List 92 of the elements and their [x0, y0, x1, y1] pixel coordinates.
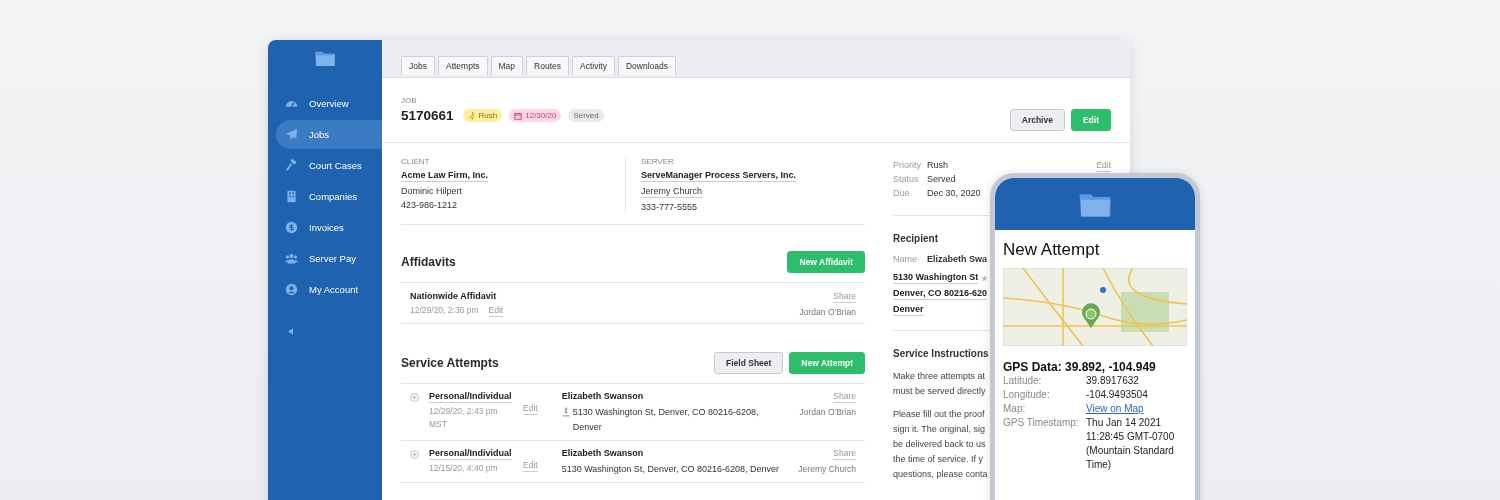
- date-badge: 12/30/20: [509, 109, 562, 122]
- rush-badge: Rush: [462, 109, 503, 122]
- recipient-name: Elizabeth Swa: [927, 254, 988, 264]
- person-pin-icon: [561, 407, 570, 417]
- screen-title: New Attempt: [1003, 240, 1101, 260]
- expand-plus-icon[interactable]: [410, 393, 419, 402]
- contact-link[interactable]: Jeremy Church: [641, 186, 703, 198]
- field-value: Served: [927, 174, 956, 184]
- field-value: Thu Jan 14 2021 11:28:45 GMT-0700 (Mountain Standard Time): [1086, 416, 1176, 472]
- section-title: Affidavits: [401, 255, 456, 269]
- edit-link[interactable]: Edit: [1096, 160, 1111, 172]
- sidebar-item[interactable]: Companies: [276, 182, 382, 211]
- section-title: Service Attempts: [401, 356, 499, 370]
- section-title: Service Instructions: [893, 348, 990, 359]
- server-link[interactable]: ServeManager Process Servers, Inc.: [641, 170, 797, 182]
- field-label: Longitude:: [1003, 388, 1051, 402]
- field-value: 39.8917632: [1086, 374, 1140, 388]
- star-icon: [981, 274, 989, 282]
- field-label: Status: [893, 174, 917, 184]
- phone-number: 423-986-1212: [401, 200, 458, 210]
- gavel-icon: [285, 159, 298, 172]
- tab[interactable]: Routes: [526, 56, 569, 75]
- people-icon: [285, 252, 298, 265]
- instruction-text: sign it. The original, sig: [893, 423, 985, 436]
- tab[interactable]: Activity: [572, 56, 615, 75]
- status-badge: Served: [568, 109, 604, 122]
- instruction-text: questions, please conta: [893, 468, 988, 481]
- attempt-type-link[interactable]: Personal/Individual: [429, 391, 512, 403]
- instruction-text: Please fill out the proof: [893, 408, 985, 421]
- client-link[interactable]: Acme Law Firm, Inc.: [401, 170, 489, 182]
- share-link[interactable]: Share: [833, 391, 856, 403]
- edit-link[interactable]: Edit: [523, 460, 538, 472]
- person-name: Jeremy Church: [798, 464, 856, 474]
- person-name: Jordan O'Brian: [799, 307, 856, 317]
- sidebar-item[interactable]: My Account: [276, 275, 382, 304]
- job-number: 5170661: [401, 108, 454, 123]
- building-icon: [285, 190, 298, 203]
- section-title: Recipient: [893, 233, 939, 244]
- sidebar-item[interactable]: Invoices: [276, 213, 382, 242]
- paper-plane-icon: [285, 128, 298, 141]
- contact-name: Dominic Hilpert: [401, 186, 462, 196]
- share-link[interactable]: Share: [833, 448, 856, 460]
- timezone-text: MST: [429, 419, 448, 429]
- address-link[interactable]: 5130 Washington St: [893, 272, 979, 284]
- sidebar-item[interactable]: Jobs: [276, 120, 382, 149]
- share-link[interactable]: Share: [833, 291, 856, 303]
- collapse-arrow-icon[interactable]: [288, 328, 293, 335]
- archive-button[interactable]: Archive: [1009, 109, 1065, 131]
- field-value: Dec 30, 2020: [927, 188, 981, 198]
- instruction-text: Make three attempts at: [893, 370, 986, 383]
- field-label: GPS Timestamp:: [1003, 416, 1080, 430]
- field-value: -104.9493504: [1086, 388, 1149, 402]
- view-map-link[interactable]: View on Map: [1086, 402, 1187, 416]
- field-label: Latitude:: [1003, 374, 1043, 388]
- section-label: SERVER: [641, 157, 674, 166]
- instruction-text: be delivered back to us: [893, 438, 986, 451]
- job-label: JOB: [401, 96, 418, 105]
- dollar-coin-icon: [285, 221, 298, 234]
- phone-number: 333-777-5555: [641, 202, 698, 212]
- address-link[interactable]: Denver: [893, 304, 924, 316]
- field-label: Map:: [1003, 402, 1027, 416]
- section-label: CLIENT: [401, 157, 430, 166]
- date-text: 12/15/20, 4:40 pm: [429, 463, 498, 473]
- sidebar-item[interactable]: Overview: [276, 89, 382, 118]
- affidavit-name: Nationwide Affidavit: [410, 291, 498, 301]
- address-text: 5130 Washington St, Denver, CO 80216-6208, Denver: [561, 463, 779, 476]
- sidebar-item[interactable]: Court Cases: [276, 151, 382, 180]
- field-sheet-button[interactable]: Field Sheet: [714, 352, 784, 374]
- recipient-name: Elizabeth Swanson: [561, 448, 645, 458]
- date-text: 12/29/20, 2:43 pm: [429, 406, 498, 416]
- recipient-name: Elizabeth Swanson: [561, 391, 645, 401]
- tab[interactable]: Attempts: [437, 56, 488, 75]
- field-value: Rush: [927, 160, 948, 170]
- expand-plus-icon[interactable]: [410, 450, 419, 459]
- user-circle-icon: [285, 283, 298, 296]
- folder-icon: [314, 49, 336, 67]
- sidebar-item[interactable]: Server Pay: [276, 244, 382, 273]
- date-text: 12/29/20, 2:36 pm: [410, 305, 479, 315]
- edit-link[interactable]: Edit: [488, 305, 504, 317]
- instruction-text: the time of service. If y: [893, 453, 984, 466]
- instruction-text: must be served directly: [893, 385, 986, 398]
- address-text: 5130 Washington St, Denver, CO 80216-6208, Denver: [572, 406, 760, 434]
- field-label: Name: [893, 254, 917, 264]
- gps-heading: GPS Data: 39.892, -104.949: [1003, 360, 1157, 374]
- tab[interactable]: Downloads: [617, 56, 676, 75]
- person-name: Jordan O'Brian: [799, 407, 856, 417]
- attempt-type-link[interactable]: Personal/Individual: [429, 448, 512, 460]
- edit-link[interactable]: Edit: [523, 403, 538, 415]
- address-link[interactable]: Denver, CO 80216-620: [893, 288, 988, 300]
- field-label: Due: [893, 188, 911, 198]
- tab[interactable]: Map: [490, 56, 524, 75]
- tab[interactable]: Jobs: [401, 56, 435, 75]
